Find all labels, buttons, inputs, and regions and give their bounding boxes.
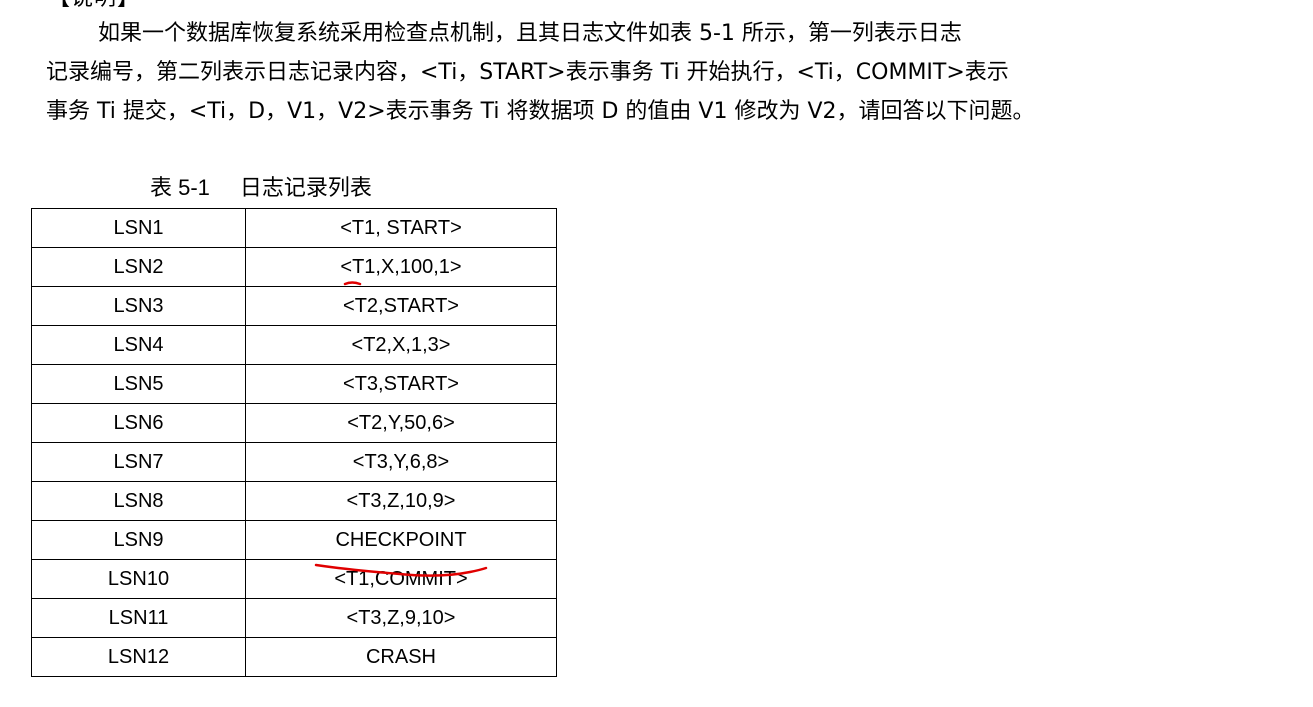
table-row: LSN3 <T2,START> bbox=[31, 286, 557, 326]
table-row: LSN9 CHECKPOINT bbox=[31, 520, 557, 560]
lsn-cell: LSN1 bbox=[31, 208, 246, 248]
paragraph-line-3: 事务 Ti 提交，<Ti，D，V1，V2>表示事务 Ti 将数据项 D 的值由 … bbox=[46, 99, 1035, 124]
record-cell: <T3,START> bbox=[245, 364, 557, 404]
record-cell: <T2,X,1,3> bbox=[245, 325, 557, 365]
paragraph-line-1: 如果一个数据库恢复系统采用检查点机制，且其日志文件如表 5-1 所示，第一列表示… bbox=[98, 21, 962, 46]
table-caption-number: 表 5-1 bbox=[150, 175, 210, 200]
lsn-cell: LSN8 bbox=[31, 481, 246, 521]
paragraph-line-2: 记录编号，第二列表示日志记录内容，<Ti，START>表示事务 Ti 开始执行，… bbox=[46, 60, 1009, 85]
table-row: LSN10 <T1,COMMIT> bbox=[31, 559, 557, 599]
lsn-cell: LSN10 bbox=[31, 559, 246, 599]
lsn-cell: LSN7 bbox=[31, 442, 246, 482]
lsn-cell: LSN3 bbox=[31, 286, 246, 326]
record-cell: <T1,COMMIT> bbox=[245, 559, 557, 599]
lsn-cell: LSN2 bbox=[31, 247, 246, 287]
record-cell: <T2,Y,50,6> bbox=[245, 403, 557, 443]
table-row: LSN8 <T3,Z,10,9> bbox=[31, 481, 557, 521]
lsn-cell: LSN12 bbox=[31, 637, 246, 677]
record-cell: CRASH bbox=[245, 637, 557, 677]
lsn-cell: LSN4 bbox=[31, 325, 246, 365]
lsn-cell: LSN6 bbox=[31, 403, 246, 443]
table-row: LSN12 CRASH bbox=[31, 637, 557, 677]
table-row: LSN11 <T3,Z,9,10> bbox=[31, 598, 557, 638]
record-cell: <T3,Z,9,10> bbox=[245, 598, 557, 638]
section-heading: 【说明】 bbox=[48, 0, 140, 12]
table-caption-title: 日志记录列表 bbox=[239, 176, 372, 201]
table-row: LSN7 <T3,Y,6,8> bbox=[31, 442, 557, 482]
table-row: LSN5 <T3,START> bbox=[31, 364, 557, 404]
record-cell: CHECKPOINT bbox=[245, 520, 557, 560]
problem-description: 如果一个数据库恢复系统采用检查点机制，且其日志文件如表 5-1 所示，第一列表示… bbox=[46, 14, 1146, 131]
log-table: LSN1 <T1, START> LSN2 <T1,X,100,1> LSN3 … bbox=[31, 208, 557, 677]
lsn-cell: LSN5 bbox=[31, 364, 246, 404]
record-cell: <T1,X,100,1> bbox=[245, 247, 557, 287]
record-cell: <T3,Y,6,8> bbox=[245, 442, 557, 482]
table-row: LSN2 <T1,X,100,1> bbox=[31, 247, 557, 287]
lsn-cell: LSN9 bbox=[31, 520, 246, 560]
table-row: LSN1 <T1, START> bbox=[31, 208, 557, 248]
record-cell: <T1, START> bbox=[245, 208, 557, 248]
table-row: LSN4 <T2,X,1,3> bbox=[31, 325, 557, 365]
record-cell: <T3,Z,10,9> bbox=[245, 481, 557, 521]
table-row: LSN6 <T2,Y,50,6> bbox=[31, 403, 557, 443]
table-caption: 表 5-1 日志记录列表 bbox=[150, 170, 372, 207]
record-cell: <T2,START> bbox=[245, 286, 557, 326]
lsn-cell: LSN11 bbox=[31, 598, 246, 638]
